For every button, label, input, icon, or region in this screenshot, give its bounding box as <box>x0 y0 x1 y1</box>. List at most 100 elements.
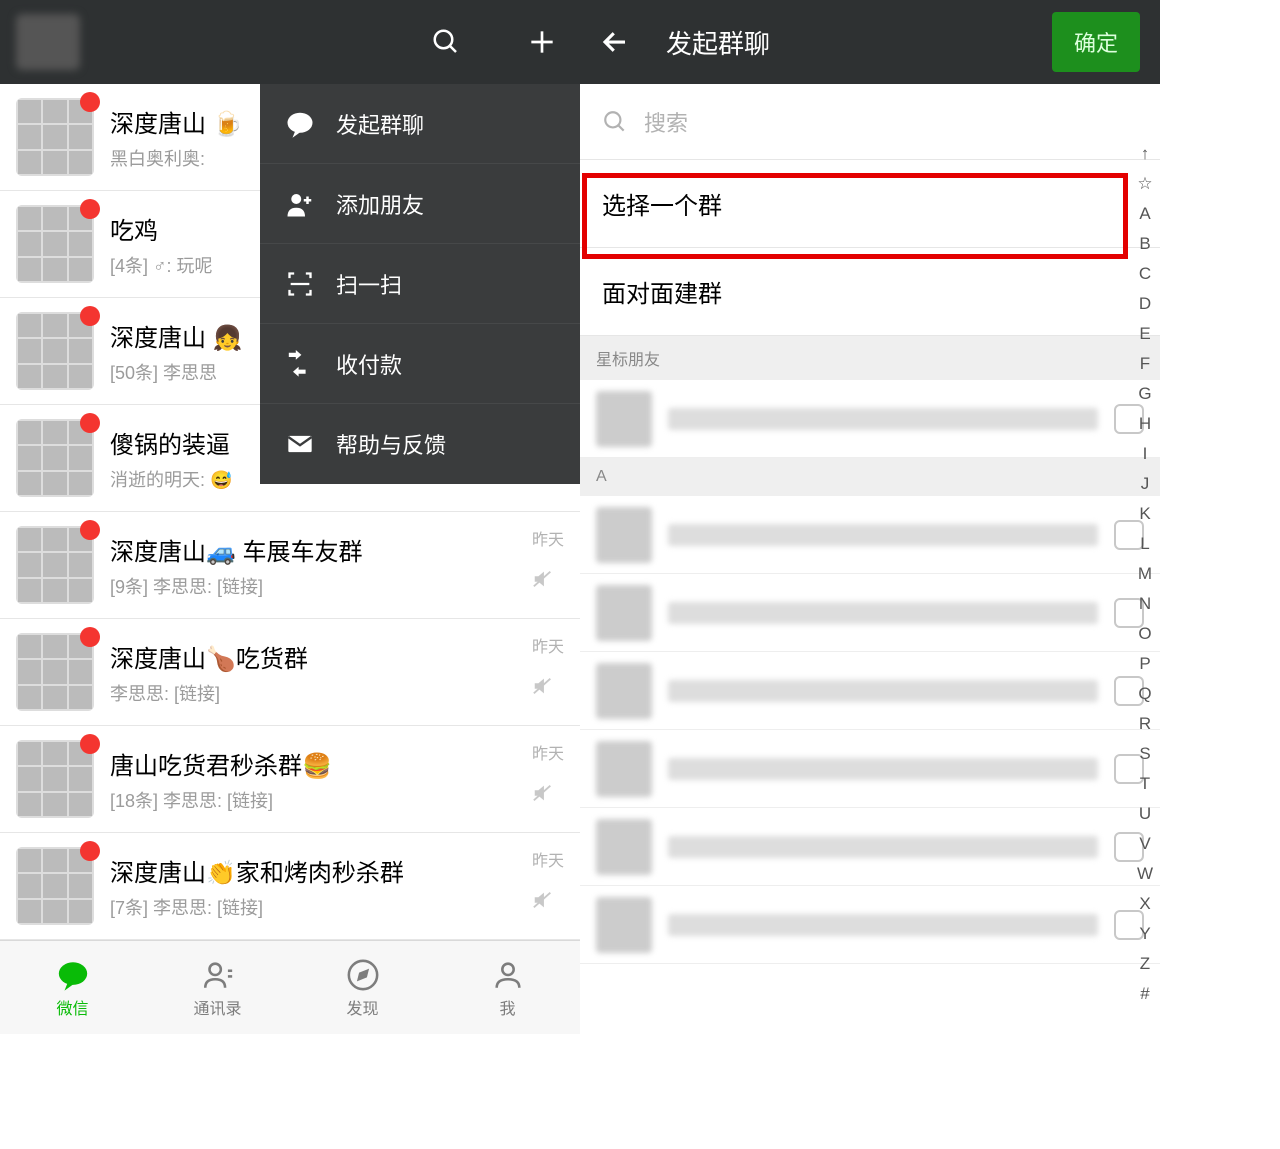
chat-title: 深度唐山🚙 车展车友群 <box>110 532 564 567</box>
contacts-icon <box>200 957 236 993</box>
contact-avatar <box>596 585 652 641</box>
tab-chat[interactable]: 微信 <box>0 941 145 1034</box>
contact-row[interactable] <box>580 652 1160 730</box>
contact-row[interactable] <box>580 808 1160 886</box>
index-letter[interactable]: F <box>1134 350 1156 378</box>
contact-name <box>668 680 1098 702</box>
index-letter[interactable]: P <box>1134 650 1156 678</box>
index-letter[interactable]: E <box>1134 320 1156 348</box>
index-letter[interactable]: M <box>1134 560 1156 588</box>
unread-badge <box>80 92 100 112</box>
confirm-button[interactable]: 确定 <box>1052 12 1140 72</box>
menu-label: 添加朋友 <box>336 188 424 220</box>
contact-name <box>668 914 1098 936</box>
alpha-index-bar[interactable]: ↑☆ABCDEFGHIJKLMNOPQRSTUVWXYZ# <box>1134 140 1156 1008</box>
group-avatar <box>16 740 94 818</box>
index-letter[interactable]: # <box>1134 980 1156 1008</box>
index-letter[interactable]: W <box>1134 860 1156 888</box>
contact-row[interactable] <box>580 886 1160 964</box>
group-avatar <box>16 312 94 390</box>
section-header-starred: 星标朋友 <box>580 336 1160 380</box>
bottom-tab-bar: 微信 通讯录 发现我 <box>0 940 580 1034</box>
tab-contacts[interactable]: 通讯录 <box>145 941 290 1034</box>
index-letter[interactable]: V <box>1134 830 1156 858</box>
index-letter[interactable]: J <box>1134 470 1156 498</box>
group-avatar <box>16 205 94 283</box>
contact-row[interactable] <box>580 496 1160 574</box>
index-letter[interactable]: D <box>1134 290 1156 318</box>
index-letter[interactable]: B <box>1134 230 1156 258</box>
index-letter[interactable]: X <box>1134 890 1156 918</box>
unread-badge <box>80 199 100 219</box>
mail-icon <box>284 428 316 460</box>
chat-timestamp: 昨天 <box>532 526 564 550</box>
contact-avatar <box>596 819 652 875</box>
unread-badge <box>80 306 100 326</box>
user-avatar[interactable] <box>16 14 80 70</box>
index-letter[interactable]: R <box>1134 710 1156 738</box>
index-letter[interactable]: ↑ <box>1134 140 1156 168</box>
section-header-a: A <box>580 458 1160 496</box>
contact-name <box>668 836 1098 858</box>
group-avatar <box>16 98 94 176</box>
tab-label: 微信 <box>56 995 88 1019</box>
contact-row[interactable] <box>580 574 1160 652</box>
tab-label: 通讯录 <box>193 995 241 1019</box>
index-letter[interactable]: Y <box>1134 920 1156 948</box>
index-letter[interactable]: H <box>1134 410 1156 438</box>
chat-item[interactable]: 深度唐山👏家和烤肉秒杀群 [7条] 李思思: [链接] 昨天 <box>0 833 580 940</box>
payment-icon <box>284 348 316 380</box>
menu-start-group-chat[interactable]: 发起群聊 <box>260 84 580 164</box>
index-letter[interactable]: T <box>1134 770 1156 798</box>
index-letter[interactable]: I <box>1134 440 1156 468</box>
contact-name <box>668 524 1098 546</box>
contact-avatar <box>596 741 652 797</box>
index-letter[interactable]: S <box>1134 740 1156 768</box>
index-letter[interactable]: ☆ <box>1134 170 1156 198</box>
index-letter[interactable]: G <box>1134 380 1156 408</box>
chat-preview: [18条] 李思思: [链接] <box>110 787 564 813</box>
index-letter[interactable]: Q <box>1134 680 1156 708</box>
index-letter[interactable]: C <box>1134 260 1156 288</box>
menu-scan[interactable]: 扫一扫 <box>260 244 580 324</box>
group-avatar <box>16 526 94 604</box>
menu-label: 收付款 <box>336 348 402 380</box>
plus-icon[interactable] <box>524 24 560 60</box>
contact-row[interactable] <box>580 730 1160 808</box>
menu-add-friend[interactable]: 添加朋友 <box>260 164 580 244</box>
search-bar[interactable]: 搜索 <box>580 84 1160 160</box>
index-letter[interactable]: A <box>1134 200 1156 228</box>
select-existing-group[interactable]: 选择一个群 <box>580 160 1160 248</box>
chat-item[interactable]: 深度唐山🍗吃货群 李思思: [链接] 昨天 <box>0 619 580 726</box>
chat-item[interactable]: 深度唐山🚙 车展车友群 [9条] 李思思: [链接] 昨天 <box>0 512 580 619</box>
index-letter[interactable]: L <box>1134 530 1156 558</box>
mute-icon <box>532 568 564 590</box>
index-letter[interactable]: O <box>1134 620 1156 648</box>
add-user-icon <box>284 188 316 220</box>
group-avatar <box>16 633 94 711</box>
contact-row[interactable] <box>580 380 1160 458</box>
tab-person[interactable]: 我 <box>435 941 580 1034</box>
left-panel: 发起群聊 添加朋友 扫一扫 收付款 <box>0 0 580 1034</box>
chat-preview: 李思思: [链接] <box>110 680 564 706</box>
unread-badge <box>80 734 100 754</box>
unread-badge <box>80 520 100 540</box>
index-letter[interactable]: K <box>1134 500 1156 528</box>
menu-help-feedback[interactable]: 帮助与反馈 <box>260 404 580 484</box>
chat-item[interactable]: 唐山吃货君秒杀群🍔 [18条] 李思思: [链接] 昨天 <box>0 726 580 833</box>
back-icon[interactable] <box>600 27 636 57</box>
mute-icon <box>532 675 564 697</box>
contact-name <box>668 758 1098 780</box>
index-letter[interactable]: U <box>1134 800 1156 828</box>
index-letter[interactable]: Z <box>1134 950 1156 978</box>
compass-icon <box>345 957 381 993</box>
main-header <box>0 0 580 84</box>
menu-payment[interactable]: 收付款 <box>260 324 580 404</box>
face-to-face-group[interactable]: 面对面建群 <box>580 248 1160 336</box>
search-icon[interactable] <box>428 24 464 60</box>
chat-preview: [7条] 李思思: [链接] <box>110 894 564 920</box>
contact-avatar <box>596 391 652 447</box>
mute-icon <box>532 782 564 804</box>
tab-compass[interactable]: 发现 <box>290 941 435 1034</box>
index-letter[interactable]: N <box>1134 590 1156 618</box>
